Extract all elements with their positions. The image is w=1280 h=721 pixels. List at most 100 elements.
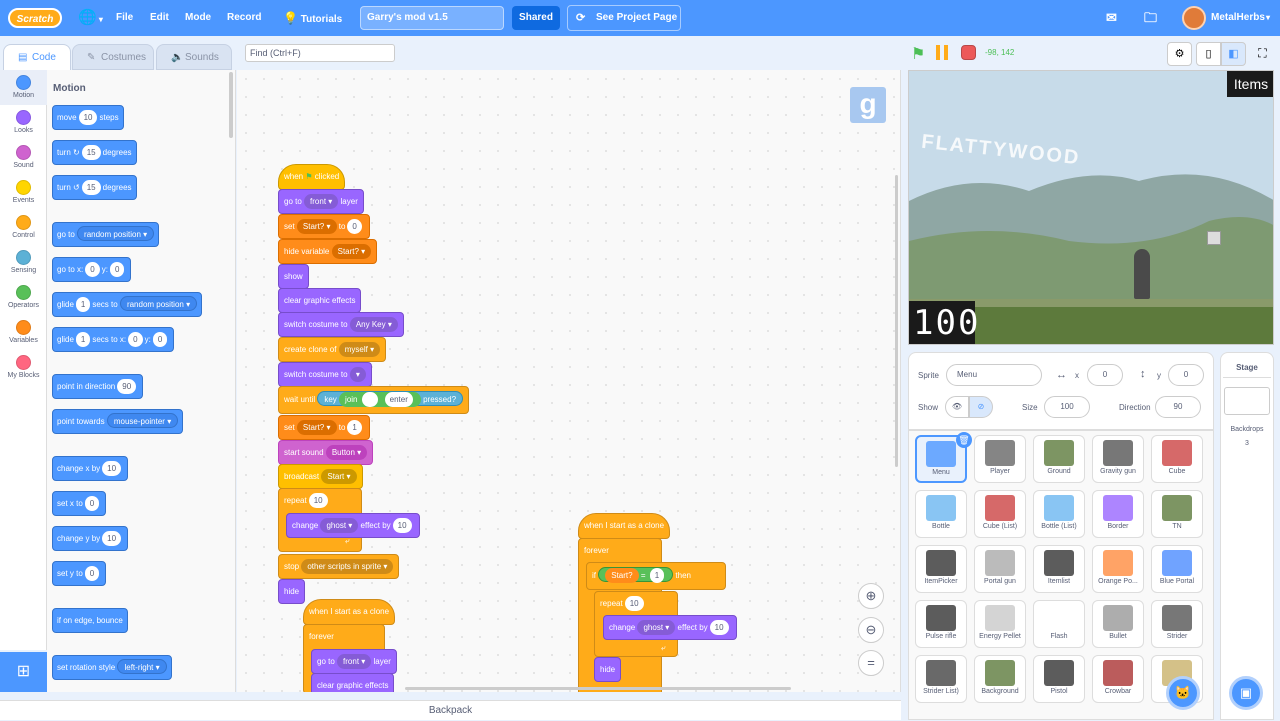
sprite-tile[interactable]: Pulse rifle (915, 600, 967, 648)
large-stage-button[interactable]: ◧ (1221, 42, 1246, 66)
category-variables[interactable]: Variables (0, 315, 47, 350)
block-input[interactable]: 1 (75, 332, 91, 347)
vertical-scrollbar[interactable] (895, 175, 898, 467)
block-dropdown[interactable]: myself ▾ (338, 342, 381, 357)
sprite-tile[interactable]: Gravity gun (1092, 435, 1144, 483)
see-project-page-button[interactable]: ⟳ See Project Page (567, 5, 681, 31)
add-extension-button[interactable]: ⊞ (0, 652, 47, 692)
sensing-key-pressed[interactable]: key join enter pressed? (317, 391, 464, 407)
tab-costumes[interactable]: ✎ Costumes (72, 44, 154, 70)
block-input[interactable]: 1 (347, 420, 362, 435)
block-dropdown[interactable]: left-right ▾ (117, 659, 167, 674)
block-input[interactable]: 0 (84, 496, 100, 511)
block-goto[interactable]: go to random position ▾ (52, 222, 160, 247)
block-turn-right[interactable]: turn ↻ 15 degrees (52, 140, 137, 165)
stage-canvas[interactable]: FLATTYWOOD 100 Items (908, 70, 1274, 345)
sprite-tile[interactable]: Flash (1033, 600, 1085, 648)
category-sensing[interactable]: Sensing (0, 245, 47, 280)
y-input[interactable]: 0 (1168, 364, 1204, 386)
block-wait-until[interactable]: wait until key join enter pressed? (278, 386, 470, 414)
block-input[interactable]: 10 (102, 531, 122, 546)
block-dropdown[interactable]: Start ▾ (321, 469, 357, 484)
stage-panel[interactable]: Stage Backdrops 3 (1220, 352, 1274, 720)
block-glide-xy[interactable]: glide 1 secs to x: 0 y: 0 (52, 327, 175, 352)
block-dropdown[interactable]: Start? ▾ (331, 244, 372, 259)
tutorials-button[interactable]: 💡 Tutorials (283, 0, 342, 36)
sprite-tile[interactable]: Cube (1151, 435, 1203, 483)
palette-scrollbar[interactable] (229, 72, 233, 138)
block-dropdown[interactable]: ghost ▾ (320, 518, 359, 533)
block-hide[interactable]: hide (278, 579, 306, 604)
block-dropdown[interactable]: mouse-pointer ▾ (106, 413, 179, 428)
show-visible-button[interactable]: 👁 (945, 396, 969, 418)
block-input[interactable]: 0 (152, 332, 168, 347)
project-title-input[interactable]: Garry's mod v1.5 (360, 6, 504, 30)
block-input[interactable]: enter (384, 392, 413, 407)
block-glide[interactable]: glide 1 secs to random position ▾ (52, 292, 203, 317)
block-clear-effects-2[interactable]: clear graphic effects (311, 673, 395, 692)
pause-icon[interactable] (936, 45, 940, 60)
block-set-y[interactable]: set y to 0 (52, 561, 107, 586)
sprite-tile[interactable]: Strider List) (915, 655, 967, 703)
block-dropdown[interactable]: front ▾ (304, 194, 339, 209)
stop-button[interactable] (961, 45, 976, 60)
block-input[interactable]: 15 (81, 180, 101, 195)
zoom-in-button[interactable]: ⊕ (858, 583, 884, 609)
block-dropdown[interactable]: Any Key ▾ (349, 317, 398, 332)
block-clear-effects[interactable]: clear graphic effects (278, 288, 362, 313)
find-input[interactable]: Find (Ctrl+F) (245, 44, 395, 62)
block-input[interactable]: 90 (117, 379, 137, 394)
block-turn-left[interactable]: turn ↺ 15 degrees (52, 175, 137, 200)
block-dropdown[interactable]: Button ▾ (325, 445, 368, 460)
block-switch-costume-2[interactable]: switch costume to ▾ (278, 362, 372, 387)
block-if[interactable]: if Start? = 1 then (586, 562, 726, 590)
direction-input[interactable]: 90 (1155, 396, 1201, 418)
horizontal-scrollbar[interactable] (405, 687, 791, 690)
sprite-tile[interactable]: Pistol (1033, 655, 1085, 703)
block-show[interactable]: show (278, 264, 309, 289)
username[interactable]: MetalHerbs (1211, 0, 1265, 36)
block-point-towards[interactable]: point towards mouse-pointer ▾ (52, 409, 184, 434)
items-label[interactable]: Items (1227, 71, 1273, 97)
operator-join[interactable]: join enter (339, 392, 421, 407)
block-input[interactable]: 0 (109, 262, 125, 277)
block-change-x[interactable]: change x by 10 (52, 456, 129, 481)
block-goto-layer-2[interactable]: go to front ▾ layer (311, 649, 397, 674)
sprite-tile[interactable]: Background (974, 655, 1026, 703)
block-edge-bounce[interactable]: if on edge, bounce (52, 608, 128, 633)
block-dropdown[interactable]: random position ▾ (77, 226, 155, 241)
sprite-name-input[interactable]: Menu (946, 364, 1042, 386)
sprite-tile[interactable]: Orange Po... (1092, 545, 1144, 593)
mode-menu[interactable]: Mode (185, 0, 211, 36)
sprite-tile[interactable]: Portal gun (974, 545, 1026, 593)
sprite-tile[interactable]: Cube (List) (974, 490, 1026, 538)
scratch-logo[interactable]: Scratch (8, 8, 62, 28)
block-dropdown[interactable]: Start? ▾ (296, 219, 337, 234)
fullscreen-button[interactable]: ⛶ (1250, 42, 1275, 66)
script-area[interactable]: g when ⚑ clicked go to front ▾ layer set… (237, 70, 901, 692)
avatar[interactable] (1182, 6, 1206, 30)
pause-icon-bar[interactable] (944, 45, 948, 60)
category-control[interactable]: Control (0, 210, 47, 245)
block-change-effect-2[interactable]: change ghost ▾ effect by 10 (603, 615, 737, 640)
block-input[interactable]: 0 (347, 219, 362, 234)
category-motion[interactable]: Motion (0, 70, 47, 105)
category-sound[interactable]: Sound (0, 140, 47, 175)
sprite-tile[interactable]: Bullet (1092, 600, 1144, 648)
block-input[interactable]: 10 (308, 493, 328, 508)
block-dropdown[interactable]: ghost ▾ (637, 620, 676, 635)
zoom-out-button[interactable]: ⊖ (858, 617, 884, 643)
block-input[interactable]: 15 (81, 145, 101, 160)
edit-menu[interactable]: Edit (150, 0, 169, 36)
block-dropdown[interactable]: ▾ (349, 367, 366, 382)
sprite-tile[interactable]: Crowbar (1092, 655, 1144, 703)
block-set-var[interactable]: set Start? ▾ to 0 (278, 214, 370, 239)
block-stop[interactable]: stop other scripts in sprite ▾ (278, 554, 400, 579)
block-goto-xy[interactable]: go to x: 0 y: 0 (52, 257, 132, 282)
block-point-direction[interactable]: point in direction 90 (52, 374, 144, 399)
category-looks[interactable]: Looks (0, 105, 47, 140)
block-hide-variable[interactable]: hide variable Start? ▾ (278, 239, 378, 264)
category-events[interactable]: Events (0, 175, 47, 210)
category-my-blocks[interactable]: My Blocks (0, 350, 47, 385)
sprite-tile[interactable]: TN (1151, 490, 1203, 538)
